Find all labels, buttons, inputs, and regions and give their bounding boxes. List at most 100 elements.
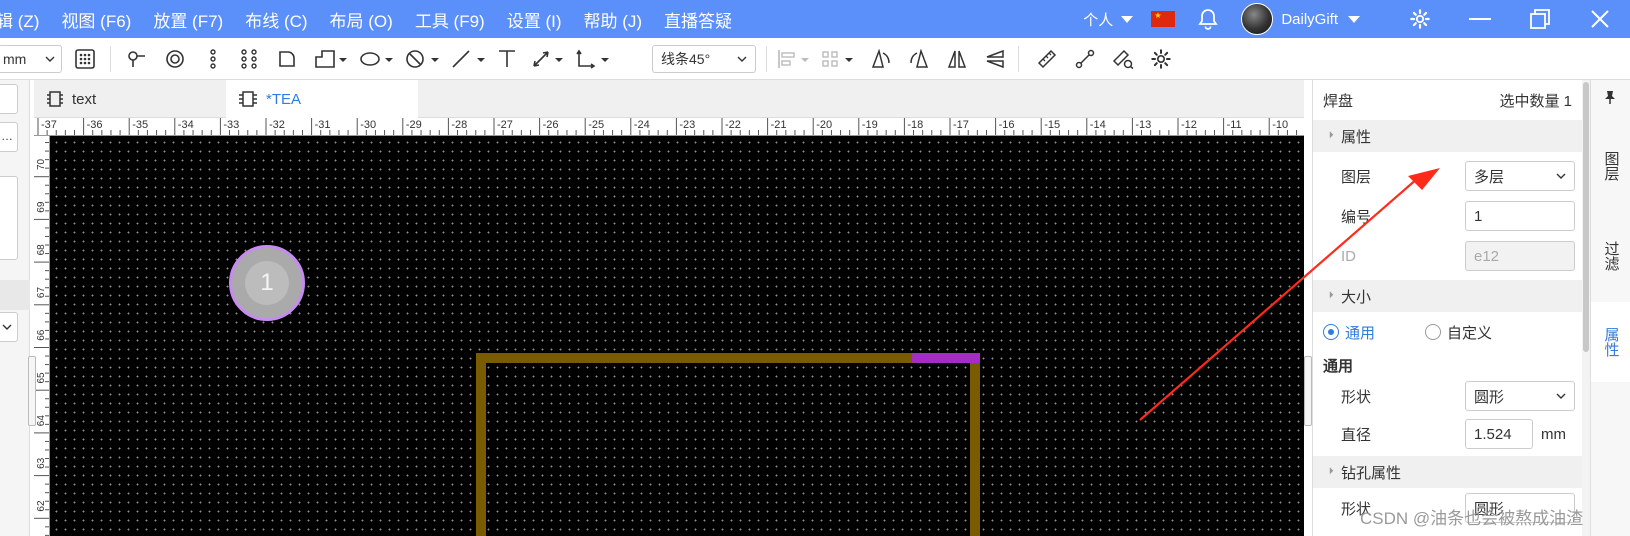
line-mode-select[interactable]: 线条45° [652,45,756,73]
section-drill[interactable]: 钻孔属性 [1313,456,1582,488]
line-icon[interactable] [450,47,486,71]
left-panel-field[interactable] [0,84,18,114]
radio-custom[interactable] [1425,324,1441,340]
gear-icon[interactable] [1390,0,1450,38]
chip-icon [46,90,64,108]
toolbar-divider [1018,46,1019,72]
ruler-label: -33 [223,119,239,131]
settings-icon[interactable] [1148,47,1174,71]
menu-edit[interactable]: 辑 (Z) [0,7,39,32]
close-icon[interactable] [1570,0,1630,38]
radio-general[interactable] [1323,324,1339,340]
ruler-label: -36 [87,119,103,131]
grid-icon[interactable] [72,47,98,71]
left-panel-dropdown[interactable] [0,312,18,342]
ruler-label: -32 [269,119,285,131]
board-outline-top[interactable] [476,353,980,363]
panel-header: 焊盘 选中数量 1 [1313,80,1582,120]
personal-menu[interactable]: 个人 [1083,9,1113,30]
chevron-down-icon [45,56,55,62]
side-tab-layers[interactable]: 图层 [1591,130,1630,202]
layer-select[interactable]: 多层 [1465,161,1575,191]
left-panel-more[interactable]: … [0,122,18,152]
bell-icon[interactable] [1197,8,1219,30]
menu-live-qa[interactable]: 直播答疑 [664,7,732,32]
menu-route[interactable]: 布线 (C) [245,7,307,32]
ruler-left: 70696867666564636261 [34,136,50,536]
pin-icon[interactable] [1604,90,1616,107]
text-icon[interactable] [494,47,520,71]
id-label: ID [1341,247,1356,265]
menu-layout[interactable]: 布局 (O) [330,7,393,32]
tab-tea[interactable]: *TEA [226,80,418,118]
menu-bar: 辑 (Z) 视图 (F6) 放置 (F7) 布线 (C) 布局 (O) 工具 (… [0,0,1630,38]
distribute-icon[interactable] [820,47,856,71]
pcb-canvas[interactable]: 1 [50,136,1304,536]
probe-icon[interactable] [124,47,150,71]
shape-select[interactable]: 圆形 [1465,381,1575,411]
polygon-icon[interactable] [312,47,348,71]
tab-text[interactable]: text [34,80,228,118]
mirror-icon[interactable] [944,47,970,71]
side-tab-filter[interactable]: 过滤 [1591,220,1630,292]
watermark: CSDN @油条也会被熬成油渣 [1360,509,1584,528]
section-size[interactable]: 大小 [1313,280,1582,312]
flip-icon[interactable] [982,47,1008,71]
section-properties[interactable]: 属性 [1313,120,1582,152]
cut-icon[interactable] [1072,47,1098,71]
section-title: 属性 [1341,128,1372,146]
radio-custom-label[interactable]: 自定义 [1447,322,1492,343]
rotate-right-icon[interactable] [906,47,932,71]
ruler-label: -17 [953,119,969,131]
menu-place[interactable]: 放置 (F7) [153,7,223,32]
ellipse-icon[interactable] [358,47,394,71]
diameter-unit: mm [1541,425,1566,443]
measure-icon[interactable] [1110,47,1136,71]
rounded-rect-icon[interactable] [274,47,300,71]
general-subhead: 通用 [1323,357,1354,375]
restore-icon[interactable] [1510,0,1570,38]
via-icon[interactable] [162,47,188,71]
china-flag-icon[interactable] [1151,11,1176,27]
angle-icon[interactable] [574,47,610,71]
radio-general-label[interactable]: 通用 [1345,322,1375,343]
side-tab-properties[interactable]: 属性 [1591,302,1630,382]
right-splitter-handle[interactable] [1304,356,1312,426]
unit-select[interactable]: mm [0,45,62,73]
number-input[interactable]: 1 [1465,201,1575,231]
ruler-label: -31 [315,119,331,131]
menu-tools[interactable]: 工具 (F9) [415,7,485,32]
left-splitter-handle[interactable] [28,356,36,426]
ruler-label: -14 [1090,119,1106,131]
avatar[interactable] [1241,3,1274,35]
menu-help[interactable]: 帮助 (J) [584,7,643,32]
pad[interactable]: 1 [229,245,305,321]
align-icon[interactable] [776,47,812,71]
username[interactable]: DailyGift [1281,11,1338,28]
pad-number: 1 [260,269,274,296]
matrix-dots-icon[interactable] [236,47,262,71]
diameter-input[interactable]: 1.524 [1465,419,1533,449]
panel-scroll-thumb[interactable] [1583,82,1589,352]
personal-dropdown-icon[interactable] [1121,15,1134,23]
ruler-icon[interactable] [1034,47,1060,71]
ruler-label: -26 [543,119,559,131]
left-panel-list[interactable] [0,176,18,260]
dimension-icon[interactable] [530,47,566,71]
menu-settings[interactable]: 设置 (I) [507,7,562,32]
rotate-left-icon[interactable] [868,47,894,71]
ruler-label: -20 [816,119,832,131]
no-entry-icon[interactable] [404,47,440,71]
selected-count: 选中数量 1 [1499,92,1572,110]
menu-view[interactable]: 视图 (F6) [61,7,131,32]
panel-title: 焊盘 [1323,92,1354,110]
ruler-label: -37 [41,119,57,131]
unit-value: mm [3,51,27,67]
vertical-dots-icon[interactable] [200,47,226,71]
board-outline-left[interactable] [476,353,486,536]
board-outline-right[interactable] [970,353,980,536]
minimize-icon[interactable] [1450,0,1510,38]
diameter-value: 1.524 [1474,425,1512,443]
selected-segment[interactable] [912,353,980,363]
user-dropdown-icon[interactable] [1348,15,1360,23]
